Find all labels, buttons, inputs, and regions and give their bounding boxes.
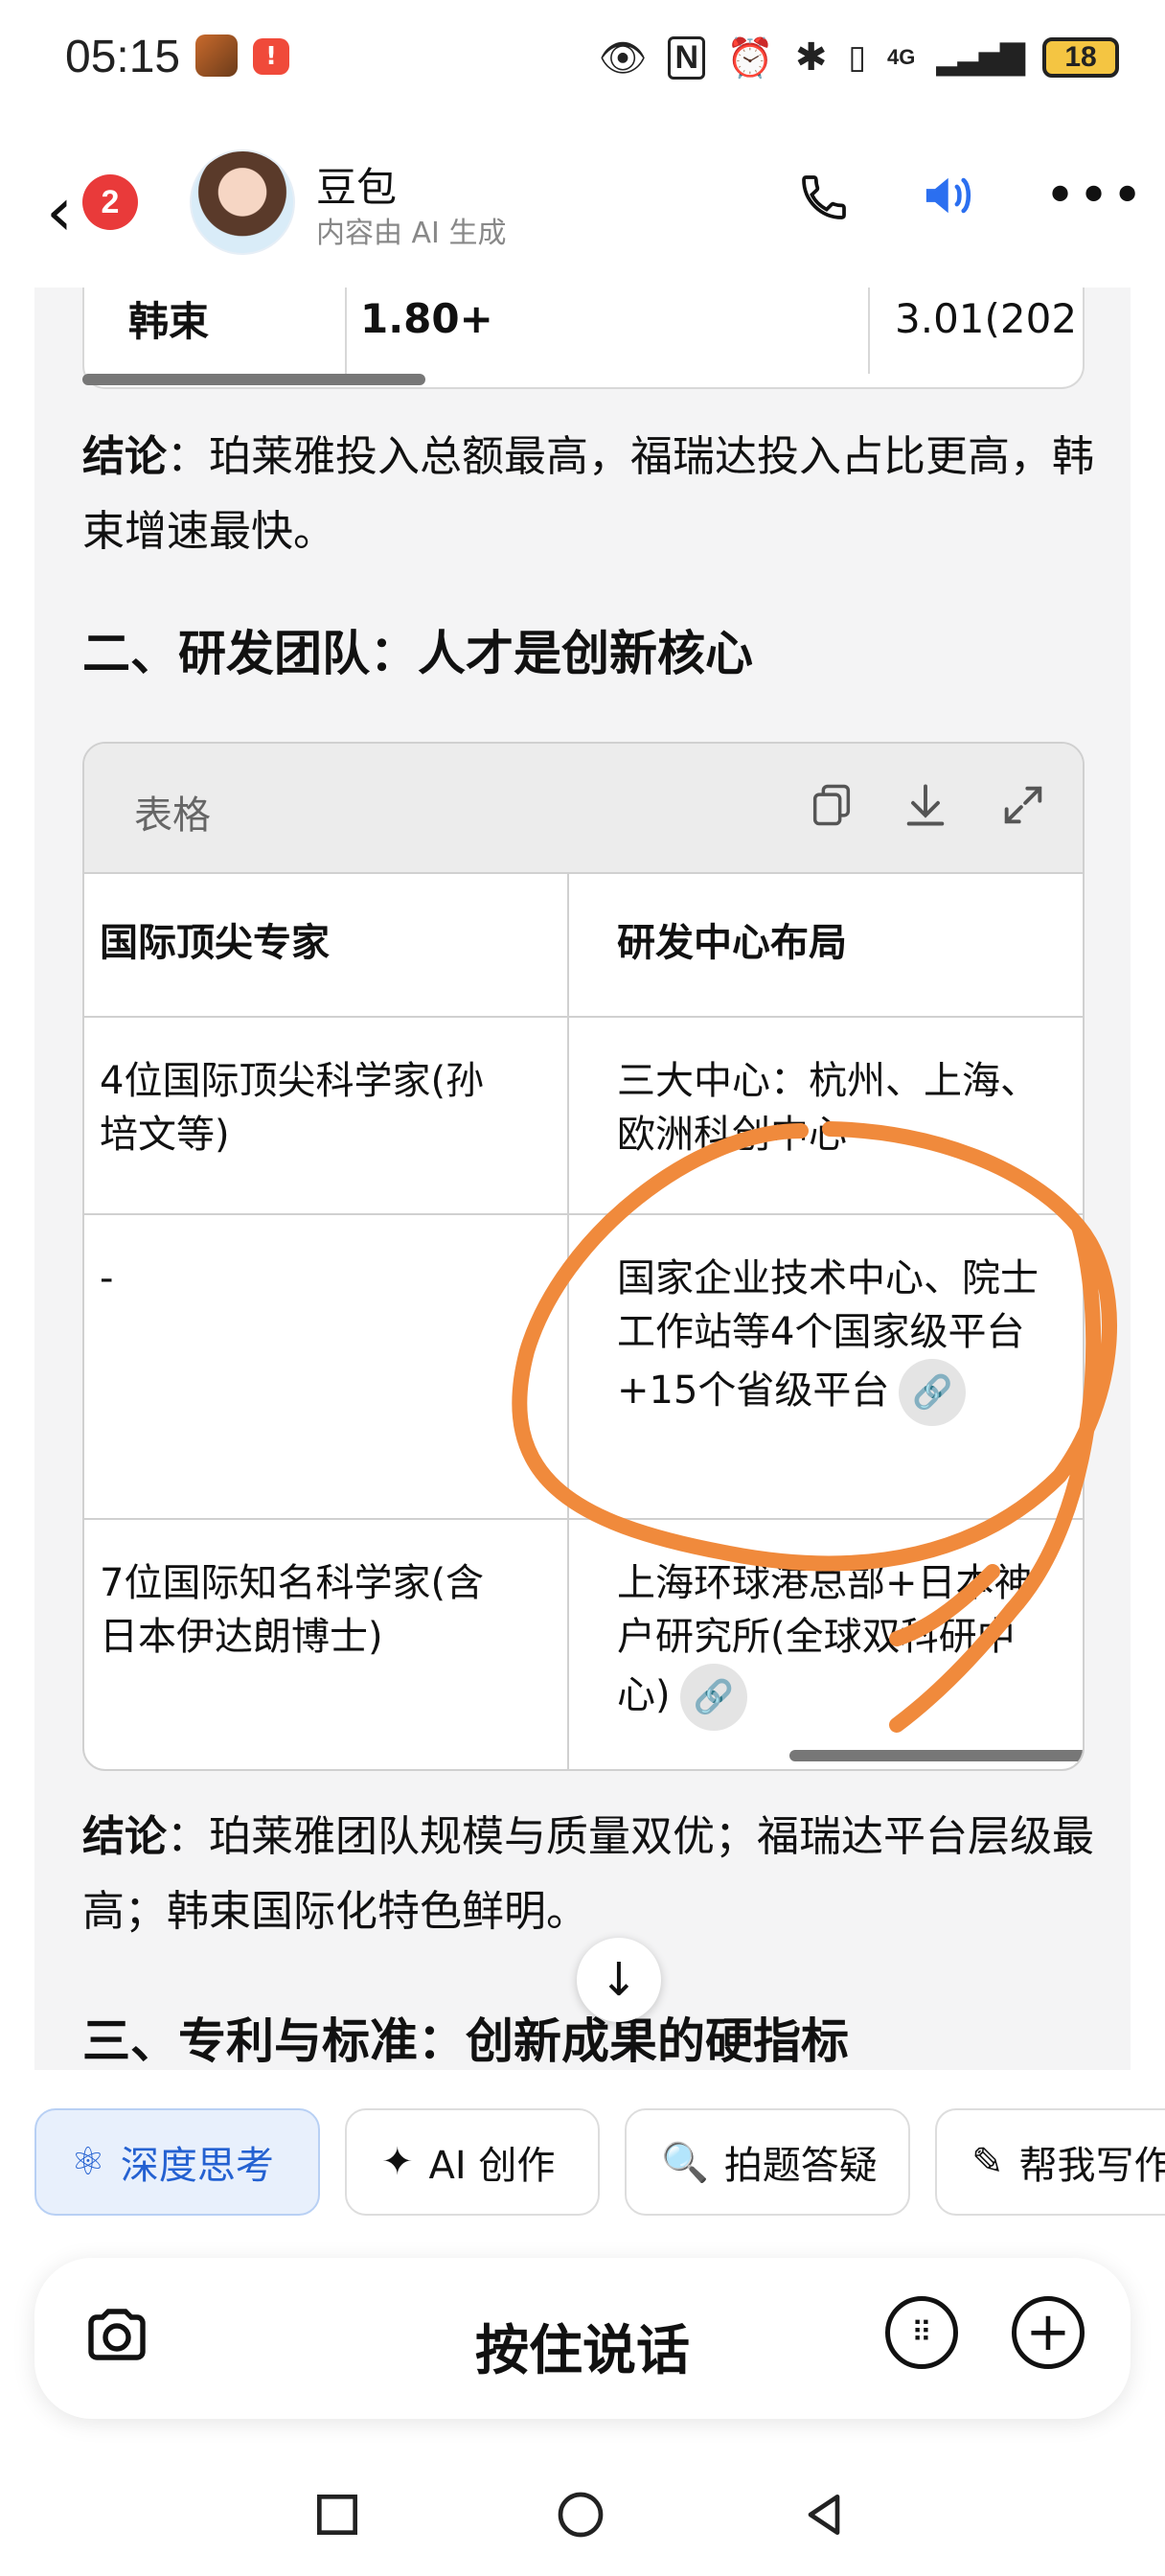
- conclusion-paragraph: 结论：珀莱雅团队规模与质量双优；福瑞达平台层级最高；韩束国际化特色鲜明。: [82, 1800, 1098, 1949]
- bot-name: 豆包: [316, 164, 398, 211]
- nfc-icon: N: [668, 35, 705, 80]
- chip-label: 深度思考: [120, 2144, 274, 2188]
- notification-icon: !: [253, 38, 289, 75]
- conclusion-text: ：珀莱雅团队规模与质量双优；福瑞达平台层级最高；韩束国际化特色鲜明。: [82, 1812, 1094, 1936]
- back-icon[interactable]: ‹: [46, 172, 73, 251]
- plus-icon[interactable]: +: [1012, 2296, 1085, 2369]
- section-heading: 三、专利与标准：创新成果的硬指标: [82, 2013, 849, 2069]
- bluetooth-icon: ✱: [794, 35, 828, 80]
- search-doc-icon: 🔍: [661, 2140, 709, 2185]
- network-label: 4G: [887, 45, 916, 69]
- alarm-icon: ⏰: [726, 35, 774, 80]
- chip-label: AI 创作: [428, 2144, 556, 2188]
- scroll-down-icon[interactable]: ↓: [577, 1938, 661, 2022]
- chip-ai-create[interactable]: ✦ AI 创作: [345, 2108, 600, 2216]
- conclusion-label: 结论: [82, 1812, 167, 1861]
- bot-subtitle: 内容由 AI 生成: [316, 217, 507, 250]
- edit-icon: ✎: [971, 2140, 1004, 2184]
- chip-deep-think[interactable]: ⚛ 深度思考: [34, 2108, 320, 2216]
- chip-label: 帮我写作: [1018, 2144, 1165, 2188]
- eye-icon: 👁: [598, 35, 648, 80]
- keyboard-icon[interactable]: ⠿: [885, 2296, 958, 2369]
- home-icon[interactable]: [554, 2488, 607, 2555]
- phone-icon[interactable]: [797, 171, 851, 238]
- battery-icon: 18: [1042, 37, 1119, 78]
- sparkle-icon: ✦: [381, 2140, 414, 2184]
- battery-level: 18: [1064, 41, 1097, 73]
- game-app-icon: [195, 34, 238, 77]
- hold-to-talk-button[interactable]: 按住说话: [34, 2308, 1131, 2385]
- speaker-icon[interactable]: [920, 169, 981, 236]
- chip-photo-question[interactable]: 🔍 拍题答疑: [625, 2108, 910, 2216]
- input-bar: 按住说话 ⠿ +: [34, 2258, 1131, 2419]
- signal-icon: ▂▃▅▇: [936, 38, 1025, 77]
- avatar[interactable]: [190, 150, 295, 255]
- unread-badge: 2: [82, 174, 138, 230]
- chip-label: 拍题答疑: [723, 2144, 878, 2188]
- vibrate-icon: ▯: [848, 38, 867, 77]
- clock: 05:15: [65, 32, 181, 82]
- back-nav-icon[interactable]: [797, 2488, 851, 2555]
- chip-help-write[interactable]: ✎ 帮我写作: [935, 2108, 1165, 2216]
- atom-icon: ⚛: [71, 2140, 105, 2184]
- chat-header: ‹ 2 豆包 内容由 AI 生成 •••: [0, 115, 1165, 288]
- quick-action-bar: ⚛ 深度思考 ✦ AI 创作 🔍 拍题答疑 ✎ 帮我写作: [0, 2108, 1165, 2223]
- recents-icon[interactable]: [310, 2488, 364, 2555]
- system-nav-bar: [0, 2453, 1165, 2576]
- chat-message: 韩束 1.80+ 3.01(2023 结论：珀莱雅投入总额最高，福瑞达投入占比更…: [34, 288, 1131, 2070]
- status-bar: 05:15 ! 👁 N ⏰ ✱ ▯ 4G ▂▃▅▇ 18: [0, 0, 1165, 115]
- more-icon[interactable]: •••: [1044, 165, 1145, 227]
